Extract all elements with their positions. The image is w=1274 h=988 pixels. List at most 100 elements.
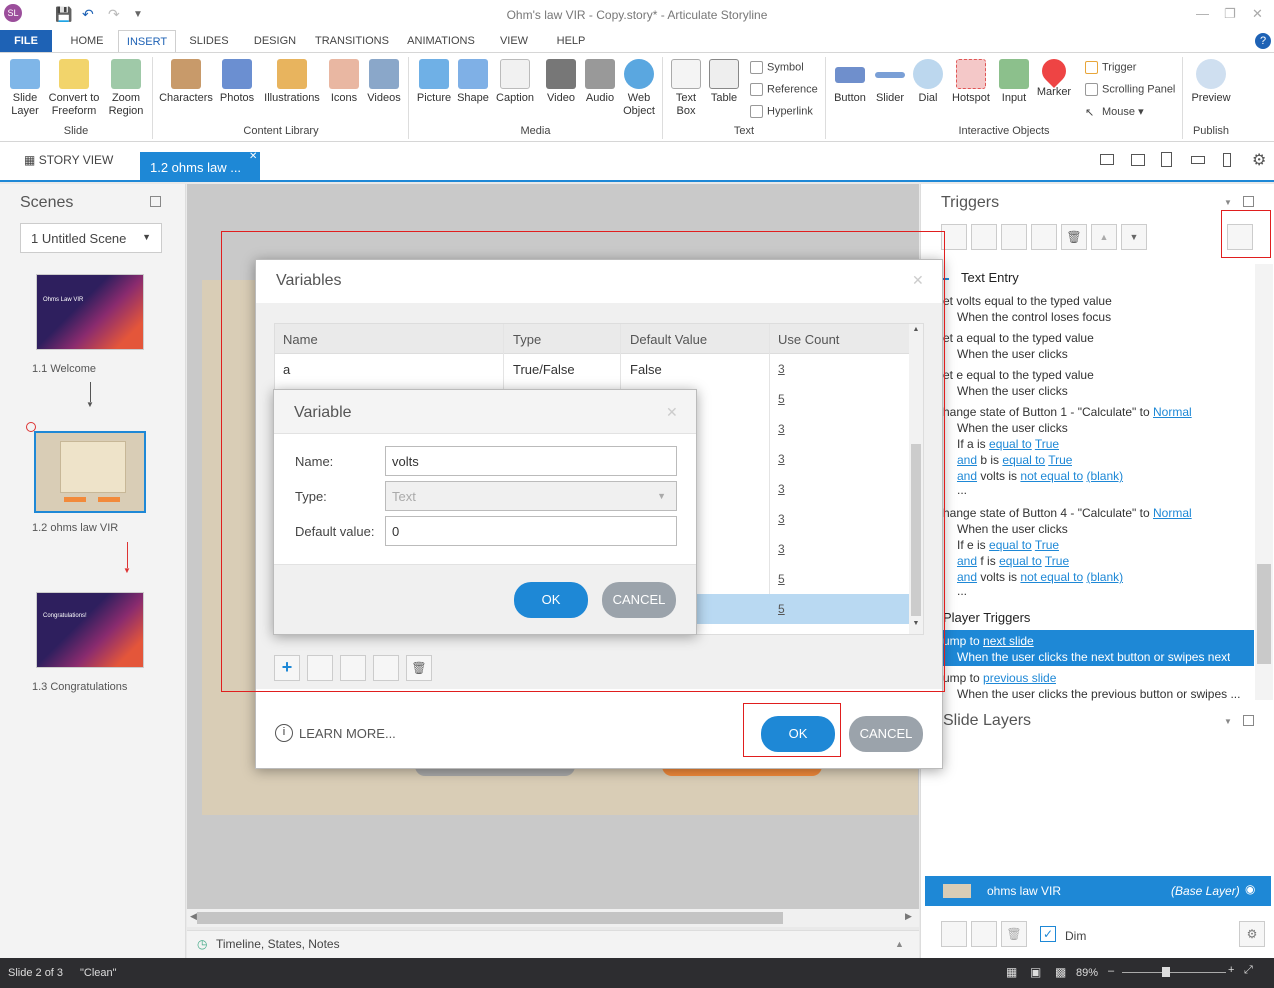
scrolling-panel-button[interactable]: Scrolling Panel — [1085, 83, 1175, 96]
dim-checkbox[interactable]: ✓ — [1040, 926, 1056, 942]
close-window-icon[interactable]: ✕ — [1252, 6, 1263, 22]
slide-thumb-ohms-law[interactable] — [34, 431, 146, 513]
hyperlink-button[interactable]: Hyperlink — [750, 105, 813, 118]
symbol-button[interactable]: Symbol — [750, 61, 804, 74]
layer-settings-gear-icon[interactable]: ⚙ — [1239, 921, 1265, 947]
zoom-slider[interactable] — [1122, 972, 1226, 973]
table-button[interactable]: Table — [706, 59, 742, 105]
duplicate-layer-icon[interactable] — [971, 921, 997, 947]
scroll-right-icon[interactable]: ▶ — [905, 911, 912, 922]
normal-view-icon[interactable]: ▣ — [1030, 965, 1041, 979]
tablet-portrait-icon[interactable] — [1161, 152, 1172, 167]
tab-view[interactable]: VIEW — [492, 30, 536, 52]
info-icon[interactable]: i — [275, 724, 293, 742]
scroll-thumb[interactable] — [1257, 564, 1271, 664]
tab-file[interactable]: FILE — [0, 30, 52, 52]
hotspot-insert-button[interactable]: Hotspot — [948, 59, 994, 105]
trigger-item[interactable]: hange state of Button 1 - "Calculate" to… — [943, 405, 1192, 419]
button-insert-button[interactable]: Button — [830, 59, 870, 105]
help-icon[interactable]: ? — [1255, 33, 1271, 49]
panel-undock-icon[interactable] — [150, 196, 161, 207]
tablet-landscape-icon[interactable] — [1131, 154, 1145, 166]
minimize-icon[interactable]: — — [1196, 6, 1209, 21]
video-button[interactable]: Video — [542, 59, 580, 105]
mouse-button[interactable]: ↖ Mouse ▾ — [1085, 105, 1144, 119]
zoom-region-button[interactable]: Zoom Region — [104, 59, 148, 118]
trigger-item[interactable]: hange state of Button 4 - "Calculate" to… — [943, 506, 1192, 520]
marker-insert-button[interactable]: Marker — [1034, 54, 1074, 99]
photos-button[interactable]: Photos — [216, 59, 258, 105]
tab-insert[interactable]: INSERT — [118, 30, 176, 52]
cursor-icon: ↖ — [1085, 106, 1095, 119]
tab-design[interactable]: DESIGN — [246, 30, 304, 52]
panel-undock-icon[interactable] — [1243, 715, 1254, 726]
trigger-item[interactable]: et volts equal to the typed value — [943, 294, 1112, 308]
tab-transitions[interactable]: TRANSITIONS — [312, 30, 392, 52]
web-object-button[interactable]: Web Object — [620, 59, 658, 118]
trigger-item[interactable]: et a equal to the typed value — [943, 331, 1094, 345]
move-down-icon[interactable]: ▼ — [1121, 224, 1147, 250]
preview-button[interactable]: Preview — [1188, 59, 1234, 105]
edit-trigger-icon[interactable] — [971, 224, 997, 250]
cancel-button[interactable]: CANCEL — [849, 716, 923, 752]
copy-trigger-icon[interactable] — [1001, 224, 1027, 250]
restore-icon[interactable]: ❐ — [1224, 6, 1236, 22]
paste-trigger-icon[interactable] — [1031, 224, 1057, 250]
slide-thumb-congratulations[interactable]: Congratulations! — [36, 592, 144, 668]
dial-insert-button[interactable]: Dial — [910, 59, 946, 105]
videos-button[interactable]: Videos — [363, 59, 405, 105]
text-box-button[interactable]: Text Box — [666, 59, 706, 118]
chevron-up-icon[interactable]: ▲ — [895, 939, 904, 949]
input-insert-button[interactable]: Input — [995, 59, 1033, 105]
caption-button[interactable]: Caption — [492, 59, 538, 105]
trigger-item[interactable]: ump to previous slide — [943, 671, 1056, 685]
base-layer-row[interactable]: ohms law VIR (Base Layer) ◉ — [925, 876, 1271, 906]
fit-window-icon[interactable]: ⤢ — [1244, 964, 1253, 977]
triggers-scrollbar[interactable] — [1255, 264, 1273, 700]
icons-button[interactable]: Icons — [326, 59, 362, 105]
story-view-tab[interactable]: ▦ STORY VIEW — [24, 153, 113, 167]
trigger-item[interactable]: et e equal to the typed value — [943, 368, 1094, 382]
active-slide-tab[interactable]: 1.2 ohms law ... — [140, 152, 260, 182]
delete-layer-icon[interactable]: 🗑 — [1001, 921, 1027, 947]
zoom-in-icon[interactable]: + — [1228, 964, 1234, 976]
zoom-out-icon[interactable]: – — [1108, 965, 1114, 977]
timeline-bar[interactable]: ◷ Timeline, States, Notes ▲ — [187, 930, 919, 958]
illustrations-button[interactable]: Illustrations — [259, 59, 325, 105]
move-up-icon[interactable]: ▲ — [1091, 224, 1117, 250]
collapse-icon[interactable]: ▼ — [1224, 198, 1232, 207]
convert-freeform-button[interactable]: Convert to Freeform — [46, 59, 102, 118]
trigger-button[interactable]: Trigger — [1085, 61, 1136, 74]
new-layer-icon[interactable] — [941, 921, 967, 947]
panel-undock-icon[interactable] — [1243, 196, 1254, 207]
phone-landscape-icon[interactable] — [1191, 156, 1205, 164]
characters-button[interactable]: Characters — [157, 59, 215, 105]
gear-icon[interactable]: ⚙ — [1252, 150, 1266, 170]
collapse-icon[interactable]: ▼ — [1224, 717, 1232, 726]
horizontal-scrollbar[interactable]: ◀ ▶ — [187, 909, 919, 927]
tab-animations[interactable]: ANIMATIONS — [400, 30, 482, 52]
delete-trigger-icon[interactable]: 🗑 — [1061, 224, 1087, 250]
close-tab-icon[interactable]: ✕ — [249, 151, 257, 162]
learn-more-link[interactable]: LEARN MORE... — [299, 726, 396, 741]
scroll-thumb[interactable] — [197, 912, 783, 924]
trigger-item[interactable]: ump to next slide — [943, 634, 1034, 648]
zoom-slider-handle[interactable] — [1162, 967, 1170, 977]
desktop-preview-icon[interactable] — [1100, 154, 1114, 165]
fit-view-icon[interactable]: ▩ — [1055, 965, 1066, 979]
slide-layer-button[interactable]: Slide Layer — [4, 59, 46, 118]
tab-home[interactable]: HOME — [60, 30, 114, 52]
scroll-left-icon[interactable]: ◀ — [190, 911, 197, 922]
shape-button[interactable]: Shape — [455, 59, 491, 105]
phone-portrait-icon[interactable] — [1223, 153, 1231, 167]
eye-icon[interactable]: ◉ — [1245, 882, 1255, 896]
reference-button[interactable]: Reference — [750, 83, 818, 96]
picture-button[interactable]: Picture — [413, 59, 455, 105]
audio-button[interactable]: Audio — [580, 59, 620, 105]
grid-view-icon[interactable]: ▦ — [1006, 965, 1017, 979]
slider-insert-button[interactable]: Slider — [871, 59, 909, 105]
scene-dropdown[interactable]: 1 Untitled Scene ▼ — [20, 223, 162, 253]
tab-slides[interactable]: SLIDES — [182, 30, 236, 52]
tab-help[interactable]: HELP — [548, 30, 594, 52]
slide-thumb-welcome[interactable]: Ohms Law VIR — [36, 274, 144, 350]
